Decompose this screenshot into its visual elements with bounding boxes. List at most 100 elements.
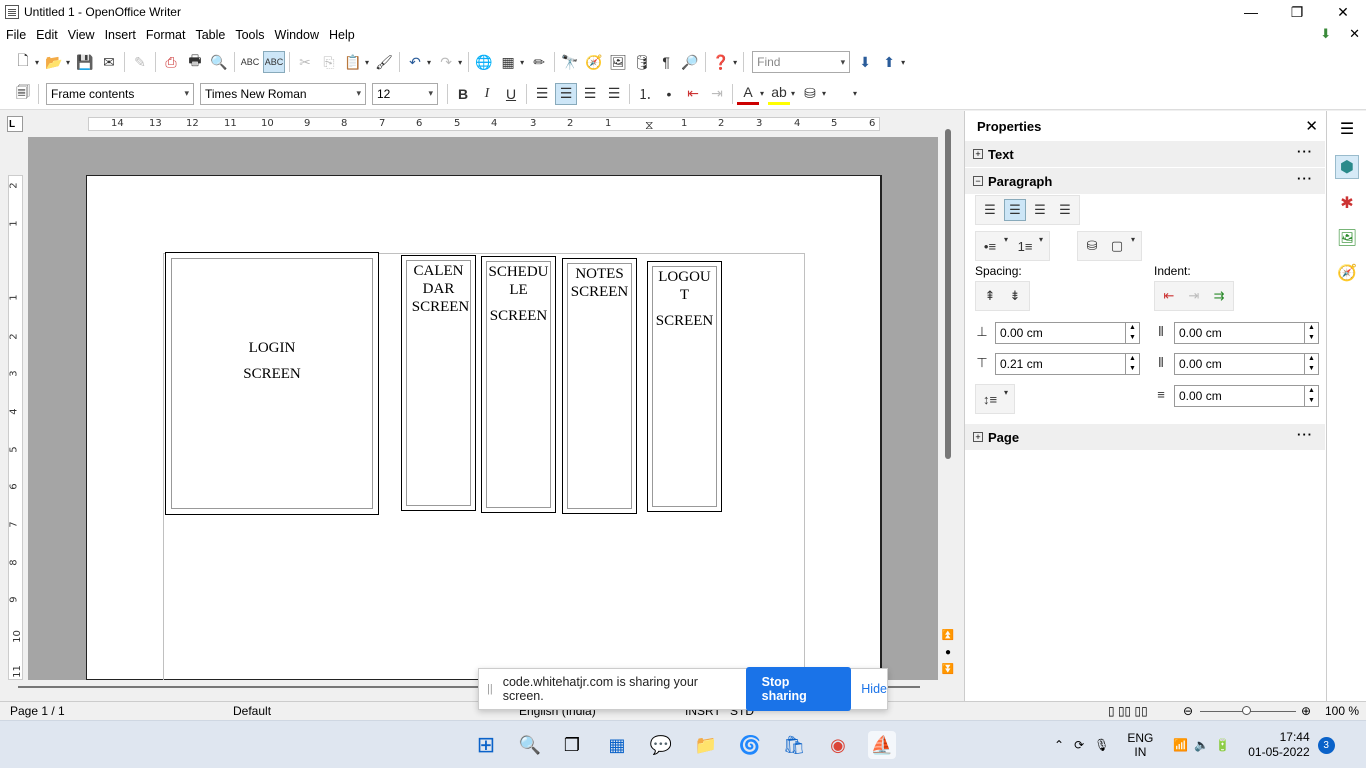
toolbar-overflow-icon[interactable]: ▾ (733, 58, 737, 67)
next-page-icon[interactable]: ⏬ (940, 664, 956, 678)
styles-deck-icon[interactable]: ✱ (1335, 191, 1359, 215)
gallery-icon[interactable]: 🖼 (607, 51, 629, 73)
first-line-indent-marker-icon[interactable]: ⧖ (645, 118, 653, 130)
zoom-in-icon[interactable]: ⊕ (1301, 704, 1311, 718)
find-next-icon[interactable]: ⬇ (854, 51, 876, 73)
numbering-dropdown-icon[interactable]: ▾ (1039, 235, 1043, 257)
widgets-icon[interactable]: ▦ (603, 731, 631, 759)
draw-functions-icon[interactable]: ✏ (528, 51, 550, 73)
hide-button[interactable]: Hide (861, 682, 887, 696)
vertical-scroll-thumb[interactable] (945, 129, 951, 459)
save-icon[interactable]: 💾 (74, 51, 96, 73)
edge-icon[interactable]: 🌀 (736, 731, 764, 759)
login-screen-frame[interactable]: LOGIN SCREEN (165, 252, 379, 515)
text-section-header[interactable]: + Text ··· (965, 141, 1325, 167)
increase-indent-icon[interactable]: ⇤ (1158, 285, 1180, 307)
view-layout-icons[interactable]: ▯ ▯▯ ▯▯ (1108, 704, 1148, 718)
redo-icon[interactable]: ↷ (435, 51, 457, 73)
microphone-icon[interactable]: 🎙 (1094, 738, 1109, 752)
line-spacing-icon[interactable]: ↕≡ (979, 388, 1001, 410)
find-previous-icon[interactable]: ⬆ (878, 51, 900, 73)
navigator-icon[interactable]: 🧭 (583, 51, 605, 73)
font-color-dropdown-icon[interactable]: ▾ (760, 89, 764, 98)
find-input[interactable]: Find ▾ (752, 51, 851, 73)
gallery-deck-icon[interactable]: 🖼 (1335, 226, 1359, 250)
align-center-icon[interactable]: ☰ (555, 82, 577, 105)
zoom-out-icon[interactable]: ⊖ (1183, 704, 1193, 718)
border-dropdown-icon[interactable]: ▾ (1131, 235, 1135, 257)
restore-button[interactable]: ❐ (1274, 0, 1320, 24)
table-dropdown-icon[interactable]: ▾ (520, 58, 524, 67)
chrome-icon[interactable]: ◉ (824, 731, 852, 759)
hanging-indent-icon[interactable]: ⇉ (1208, 285, 1230, 307)
navigation-icon[interactable]: ● (940, 647, 956, 661)
volume-icon[interactable]: 🔈 (1194, 738, 1209, 752)
zoom-level[interactable]: 100 % (1325, 704, 1359, 718)
menu-insert[interactable]: Insert (100, 28, 141, 42)
properties-deck-icon[interactable]: ⬢ (1335, 155, 1359, 179)
task-view-icon[interactable]: ❐ (558, 731, 586, 759)
paste-icon[interactable]: 📋 (342, 51, 364, 73)
tray-overflow-icon[interactable]: ⌃ (1054, 738, 1064, 752)
justify-icon[interactable]: ☰ (1054, 199, 1076, 221)
decrease-indent-icon[interactable]: ⇥ (1183, 285, 1205, 307)
find-dropdown-icon[interactable]: ▾ (841, 57, 846, 68)
more-options-icon[interactable]: ··· (1297, 144, 1313, 159)
highlighting-icon[interactable]: ab (768, 83, 791, 105)
table-icon[interactable]: ▦ (497, 51, 519, 73)
undo-dropdown-icon[interactable]: ▾ (427, 58, 431, 67)
vertical-ruler[interactable]: 2 1 1 2 3 4 5 6 7 8 9 10 11 (8, 175, 23, 680)
data-sources-icon[interactable]: 🛢 (631, 51, 653, 73)
help-icon[interactable]: ❓ (710, 51, 732, 73)
first-line-indent-field[interactable]: 0.00 cm ▲ ▼ (1174, 385, 1319, 407)
line-spacing-dropdown-icon[interactable]: ▾ (1004, 388, 1008, 410)
paragraph-style-select[interactable]: Frame contents ▾ (46, 82, 194, 105)
font-size-select[interactable]: 12 ▾ (372, 82, 438, 105)
vertical-scrollbar[interactable]: ⏫ ● ⏬ (940, 111, 956, 681)
copy-icon[interactable]: ⎘ (318, 51, 340, 73)
email-icon[interactable]: ✉ (98, 51, 120, 73)
find-toolbar-overflow-icon[interactable]: ▾ (901, 58, 905, 67)
above-paragraph-spacing-field[interactable]: 0.00 cm ▲ ▼ (995, 322, 1140, 344)
start-icon[interactable]: ⊞ (472, 731, 500, 759)
new-document-icon[interactable]: 🗋 (12, 51, 34, 73)
find-replace-icon[interactable]: 🔭 (559, 51, 581, 73)
increase-paragraph-spacing-icon[interactable]: ⇞ (979, 285, 1001, 307)
horizontal-ruler[interactable]: 14 13 12 11 10 9 8 7 6 5 4 3 2 1 1 2 3 4… (88, 117, 880, 131)
navigator-deck-icon[interactable]: 🧭 (1335, 261, 1359, 285)
menu-format[interactable]: Format (141, 28, 191, 42)
close-document-icon[interactable]: ✕ (1349, 26, 1360, 42)
after-text-indent-field[interactable]: 0.00 cm ▲ ▼ (1174, 353, 1319, 375)
numbering-icon[interactable]: ⒈ (634, 83, 656, 105)
cut-icon[interactable]: ✂ (294, 51, 316, 73)
open-dropdown-icon[interactable]: ▾ (66, 58, 70, 67)
wifi-icon[interactable]: 📶 (1173, 738, 1188, 752)
more-options-icon[interactable]: ··· (1297, 171, 1313, 186)
paragraph-section-header[interactable]: − Paragraph ··· (965, 168, 1325, 194)
notification-badge[interactable]: 3 (1317, 736, 1335, 754)
stop-sharing-button[interactable]: Stop sharing (745, 667, 852, 711)
paste-dropdown-icon[interactable]: ▾ (365, 58, 369, 67)
before-text-indent-field[interactable]: 0.00 cm ▲ ▼ (1174, 322, 1319, 344)
undo-icon[interactable]: ↶ (404, 51, 426, 73)
store-icon[interactable]: 🛍 (780, 731, 808, 759)
decrease-indent-icon[interactable]: ⇤ (682, 83, 704, 105)
numbering-icon[interactable]: 1≡ (1014, 235, 1036, 257)
redo-dropdown-icon[interactable]: ▾ (458, 58, 462, 67)
justify-icon[interactable]: ☰ (603, 83, 625, 105)
align-center-icon[interactable]: ☰ (1004, 199, 1026, 221)
italic-icon[interactable]: I (476, 83, 498, 105)
increase-indent-icon[interactable]: ⇥ (706, 83, 728, 105)
menu-edit[interactable]: Edit (31, 28, 63, 42)
bullets-icon[interactable]: • (658, 83, 680, 105)
menu-window[interactable]: Window (270, 28, 324, 42)
menu-tools[interactable]: Tools (230, 28, 269, 42)
hyperlink-icon[interactable]: 🌐 (473, 51, 495, 73)
page-section-header[interactable]: + Page ··· (965, 424, 1325, 450)
bold-icon[interactable]: B (452, 83, 474, 105)
underline-icon[interactable]: U (500, 83, 522, 105)
background-color-icon[interactable]: ⛁ (799, 83, 821, 105)
clone-formatting-icon[interactable]: 🖌 (373, 51, 395, 73)
new-dropdown-icon[interactable]: ▾ (35, 58, 39, 67)
notes-screen-frame[interactable]: NOTES SCREEN (562, 258, 637, 514)
